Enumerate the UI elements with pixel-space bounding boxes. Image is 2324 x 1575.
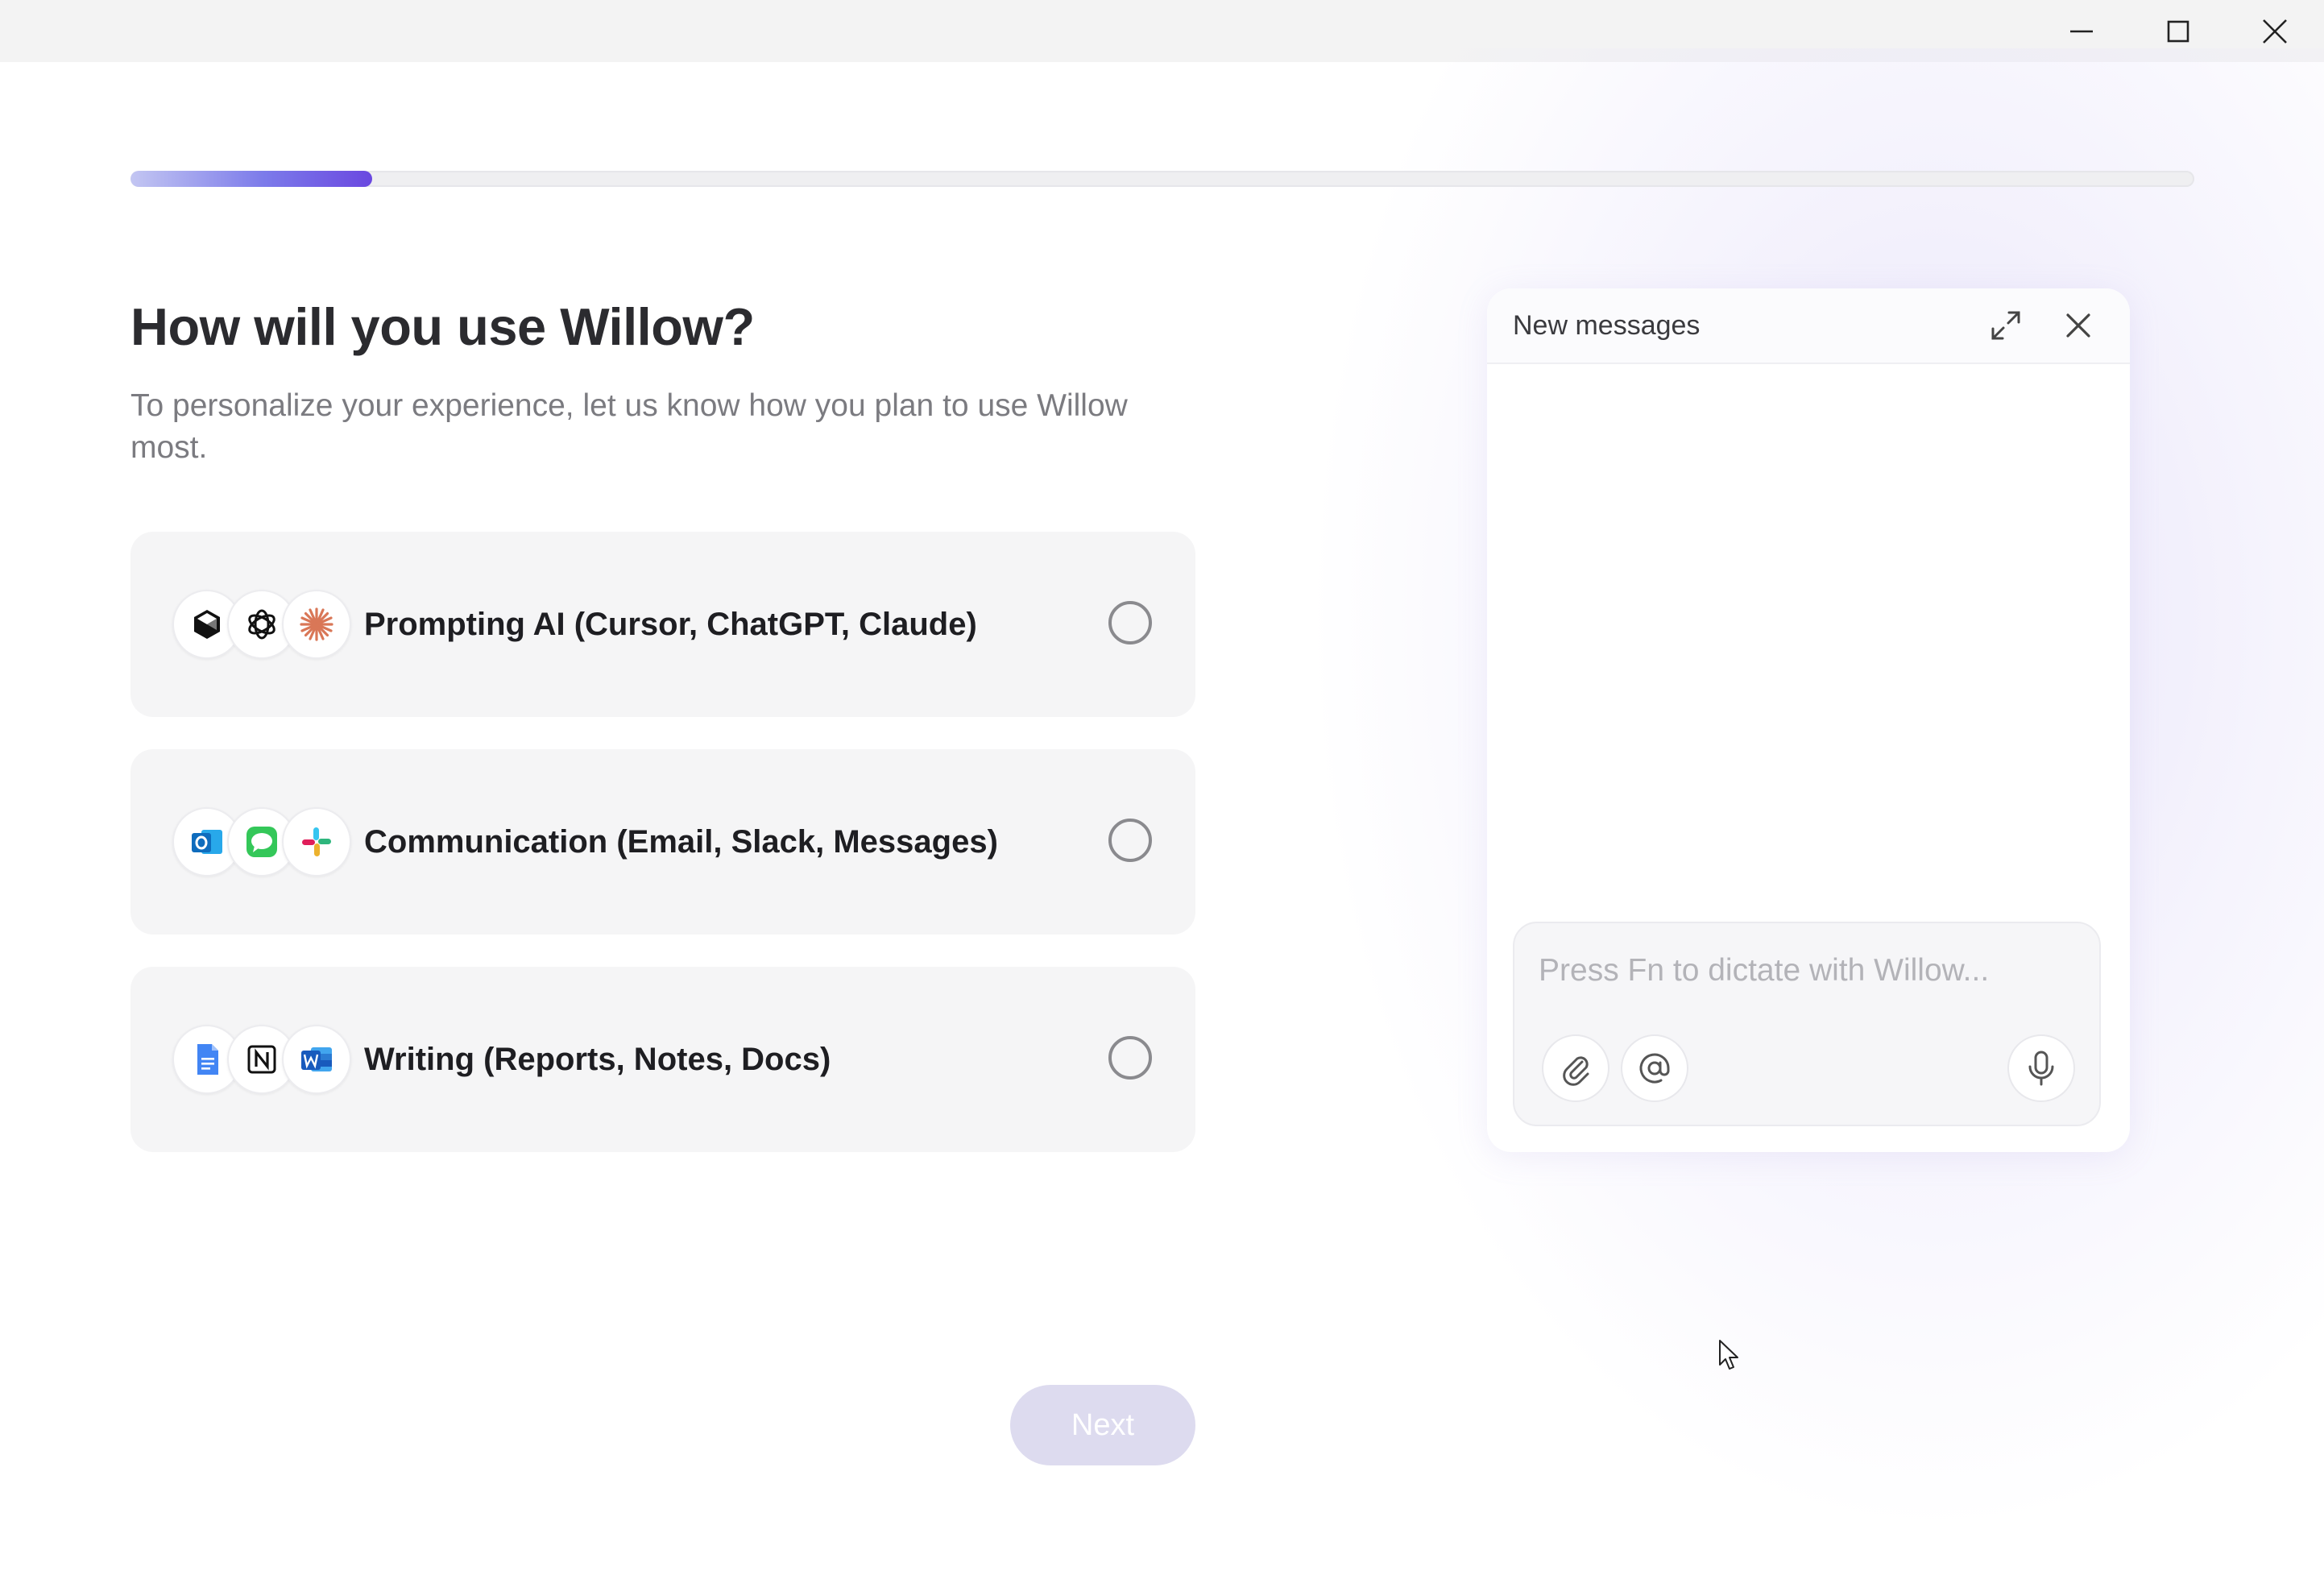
chat-panel: New messages [1487,288,2130,1152]
slack-icon [282,807,351,877]
word-icon [282,1025,351,1094]
expand-icon [1991,311,2020,340]
microphone-icon [2028,1051,2054,1086]
app-window: How will you use Willow? To personalize … [0,0,2324,1575]
option-radio[interactable] [1108,1036,1152,1080]
page-subtitle: To personalize your experience, let us k… [130,388,1128,465]
option-radio[interactable] [1108,601,1152,645]
chat-header: New messages [1487,288,2130,364]
composer [1513,922,2101,1126]
mouse-pointer-icon [1719,1340,1738,1370]
option-writing[interactable]: Writing (Reports, Notes, Docs) [130,967,1195,1152]
option-icon-stack [172,1025,351,1094]
page-title: How will you use Willow? [130,297,755,356]
microphone-button[interactable] [2007,1034,2075,1102]
progress-fill [130,171,372,187]
mention-button[interactable] [1621,1034,1688,1102]
minimize-icon [2070,30,2093,32]
option-label: Writing (Reports, Notes, Docs) [364,1041,831,1077]
attach-button[interactable] [1542,1034,1609,1102]
option-label: Prompting AI (Cursor, ChatGPT, Claude) [364,606,977,642]
window-close-icon [2263,19,2287,44]
option-prompting-ai[interactable]: Prompting AI (Cursor, ChatGPT, Claude) [130,532,1195,717]
chat-title: New messages [1513,309,1701,341]
next-button[interactable]: Next [1010,1385,1195,1465]
chat-close-button[interactable] [2057,305,2099,346]
expand-button[interactable] [1985,305,2027,346]
paperclip-icon [1563,1056,1589,1086]
progress-bar [130,171,2194,187]
option-label: Communication (Email, Slack, Messages) [364,823,998,860]
close-icon [2066,313,2090,338]
option-radio[interactable] [1108,819,1152,862]
at-icon [1639,1053,1670,1084]
dictation-input[interactable] [1537,946,2072,996]
maximize-icon [2167,20,2189,42]
option-icon-stack [172,590,351,659]
claude-icon [282,590,351,659]
option-communication[interactable]: Communication (Email, Slack, Messages) [130,749,1195,935]
option-icon-stack [172,807,351,877]
